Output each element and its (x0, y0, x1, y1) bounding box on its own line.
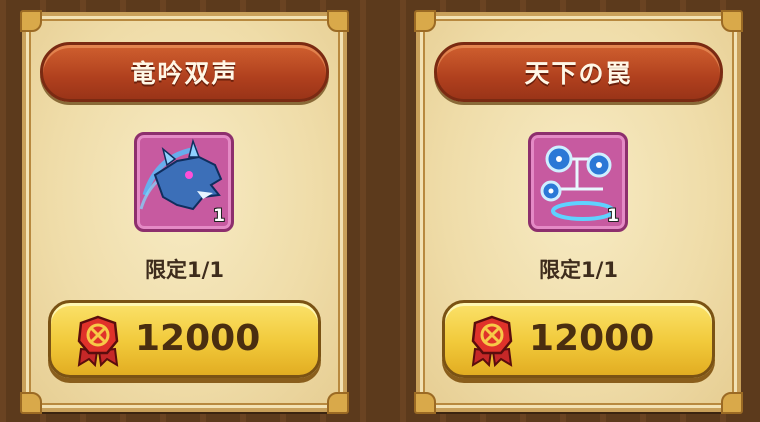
card-title-banner: 天下の罠 (434, 42, 723, 102)
card-corner-ornament (721, 392, 743, 414)
purchase-limit-label: 限定1/1 (145, 258, 224, 282)
card-corner-ornament (414, 10, 436, 32)
price-value: 12000 (135, 318, 261, 359)
item-quantity: 1 (607, 206, 619, 226)
buy-button[interactable]: 12000 (442, 300, 715, 378)
red-medal-coin-icon (471, 315, 513, 367)
item-icon-slot[interactable]: 1 (134, 132, 234, 232)
buy-button[interactable]: 12000 (48, 300, 321, 378)
price-value: 12000 (529, 318, 655, 359)
card-title: 竜吟双声 (130, 59, 239, 88)
red-medal-coin-icon (77, 315, 119, 367)
card-corner-ornament (414, 392, 436, 414)
item-icon-slot[interactable]: 1 (528, 132, 628, 232)
shop-item-card-2: 天下の罠 1 限定1/1 12000 (414, 10, 743, 414)
card-title-banner: 竜吟双声 (40, 42, 329, 102)
card-corner-ornament (20, 392, 42, 414)
card-corner-ornament (327, 10, 349, 32)
card-corner-ornament (20, 10, 42, 32)
shop-item-card-1: 竜吟双声 1 限定1/1 12000 (20, 10, 349, 414)
card-title: 天下の罠 (524, 59, 633, 88)
card-corner-ornament (327, 392, 349, 414)
card-corner-ornament (721, 10, 743, 32)
item-quantity: 1 (213, 206, 225, 226)
purchase-limit-label: 限定1/1 (539, 258, 618, 282)
